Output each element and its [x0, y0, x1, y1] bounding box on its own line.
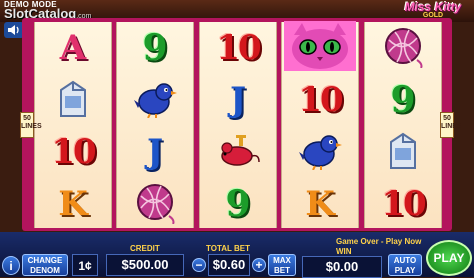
symbol-text: K [305, 184, 335, 224]
auto-play-button[interactable]: AUTO PLAY [388, 254, 422, 276]
lines-badge-left: 50 LINES [20, 112, 42, 138]
symbol-text: 10 [381, 184, 426, 224]
reel-symbol: 9 [200, 178, 276, 230]
reel-symbol: 9 [365, 74, 441, 126]
symbol-text: 10 [298, 80, 343, 120]
increase-bet-button[interactable]: + [252, 258, 266, 272]
lines-badge-right: 50 LINES [440, 112, 462, 138]
total-bet-value: $0.60 [208, 254, 250, 276]
sound-button[interactable] [4, 22, 24, 38]
symbol-text: 9 [390, 79, 416, 121]
toy-mouse-icon [215, 130, 261, 175]
yarn-ball-icon [133, 180, 177, 229]
reel-symbol-yarn-ball [117, 178, 193, 230]
reels-area: A 10 K 9J 10 J 9 10 K 9 10 [34, 20, 442, 230]
reel-symbol: K [35, 178, 111, 230]
reel-5: 9 10 [364, 22, 442, 228]
reel-symbol: 10 [35, 126, 111, 178]
reel-symbol: 10 [200, 22, 276, 74]
reel-symbol: J [117, 126, 193, 178]
reel-symbol-milk-carton [365, 126, 441, 178]
max-bet-line2: BET [274, 266, 290, 275]
auto-play-line2: PLAY [394, 266, 416, 275]
game-status: Game Over - Play Now [336, 237, 422, 246]
play-button[interactable]: PLAY [426, 240, 472, 276]
symbol-text: 9 [225, 183, 251, 225]
max-bet-line1: MAX [273, 256, 291, 265]
symbol-text: A [59, 28, 87, 68]
yarn-ball-icon [381, 24, 425, 73]
reel-symbol: K [282, 178, 358, 230]
reel-symbol: 9 [117, 22, 193, 74]
speaker-icon [8, 25, 19, 35]
reel-3: 10 J 9 [199, 22, 277, 228]
denom-value: 1¢ [72, 254, 98, 276]
bird-icon [132, 78, 178, 123]
bird-icon [297, 130, 343, 175]
reel-symbol-bird [282, 126, 358, 178]
credit-label: CREDIT [130, 244, 160, 253]
symbol-text: 10 [216, 28, 261, 68]
symbol-text: J [229, 80, 247, 120]
milk-carton-icon [51, 76, 95, 125]
symbol-text: J [146, 132, 164, 172]
reel-symbol: J [200, 74, 276, 126]
credit-value: $500.00 [106, 254, 184, 276]
reel-symbol-toy-mouse [200, 126, 276, 178]
symbol-text: 9 [142, 27, 168, 69]
milk-carton-icon [381, 128, 425, 177]
total-bet-label: TOTAL BET [206, 244, 250, 253]
reel-symbol: 10 [282, 74, 358, 126]
symbol-text: K [58, 184, 88, 224]
reel-symbol-milk-carton [35, 74, 111, 126]
max-bet-button[interactable]: MAX BET [268, 254, 296, 276]
reel-2: 9J [116, 22, 194, 228]
reel-symbol: 10 [365, 178, 441, 230]
change-denom-line1: CHANGE [27, 256, 63, 265]
auto-play-line1: AUTO [393, 256, 417, 265]
reel-4: 10 K [281, 20, 359, 230]
win-value: $0.00 [302, 256, 382, 278]
reel-symbol-bird [117, 74, 193, 126]
reel-symbol-yarn-ball [365, 22, 441, 74]
reel-symbol-cat-face [282, 20, 358, 76]
change-denom-line2: DENOM [30, 266, 60, 275]
symbol-text: 10 [51, 132, 96, 172]
reel-symbol: A [35, 22, 111, 74]
decrease-bet-button[interactable]: − [192, 258, 206, 272]
cat-face-icon [284, 20, 356, 76]
change-denom-button[interactable]: CHANGE DENOM [22, 254, 68, 276]
win-label: WIN [336, 247, 352, 256]
reel-1: A 10 K [34, 22, 112, 228]
info-button[interactable]: i [2, 256, 20, 275]
